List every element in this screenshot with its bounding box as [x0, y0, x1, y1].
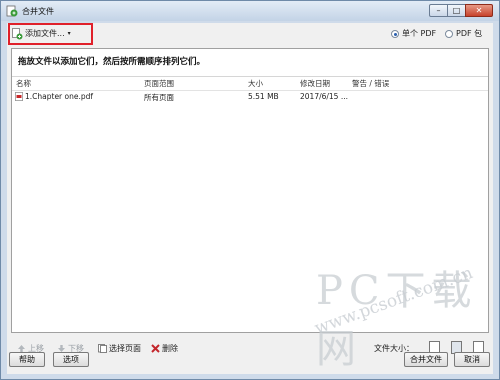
radio-unchecked-icon	[445, 29, 453, 38]
options-button[interactable]: 选项	[53, 352, 89, 367]
cancel-button[interactable]: 取消	[454, 352, 490, 367]
app-icon	[6, 5, 18, 17]
dialog-footer: 帮助 选项 合并文件 取消	[7, 352, 493, 374]
file-name: 1.Chapter one.pdf	[25, 92, 94, 101]
file-list-header: 名称 页面范围 大小 修改日期 警告 / 错误	[12, 76, 488, 91]
window-title: 合并文件	[22, 7, 54, 16]
close-button[interactable]: ✕	[465, 4, 493, 17]
single-pdf-label: 单个 PDF	[402, 29, 437, 38]
add-files-button[interactable]: 添加文件... ▾	[10, 25, 75, 42]
file-size: 5.51 MB	[248, 92, 279, 101]
combine-files-window: 合并文件 – □ ✕ 添加文件... ▾ 单个 PDF PDF 包 拖放文件以添…	[0, 0, 500, 380]
single-pdf-option[interactable]: 单个 PDF	[391, 28, 436, 39]
column-page-range[interactable]: 页面范围	[144, 78, 174, 89]
help-button[interactable]: 帮助	[9, 352, 45, 367]
pdf-portfolio-label: PDF 包	[456, 29, 483, 38]
pdf-portfolio-option[interactable]: PDF 包	[445, 28, 482, 39]
add-files-label: 添加文件...	[25, 29, 65, 38]
add-file-icon	[12, 27, 23, 39]
minimize-button[interactable]: –	[429, 4, 448, 17]
table-row[interactable]: 1.Chapter one.pdf 所有页面 5.51 MB 2017/6/15…	[12, 91, 488, 103]
chevron-down-icon: ▾	[67, 30, 71, 37]
pdf-file-icon	[15, 92, 23, 101]
column-modified[interactable]: 修改日期	[300, 78, 330, 89]
column-size[interactable]: 大小	[248, 78, 263, 89]
radio-checked-icon	[391, 29, 399, 38]
file-page-range: 所有页面	[144, 93, 174, 102]
drop-hint: 拖放文件以添加它们，然后按所需顺序排列它们。	[18, 57, 206, 67]
dialog-body: 添加文件... ▾ 单个 PDF PDF 包 拖放文件以添加它们，然后按所需顺序…	[7, 23, 493, 374]
maximize-button[interactable]: □	[447, 4, 466, 17]
title-bar[interactable]: 合并文件 – □ ✕	[1, 1, 499, 21]
file-modified: 2017/6/15 ...	[300, 92, 348, 101]
combine-files-button[interactable]: 合并文件	[404, 352, 448, 367]
file-list-area[interactable]: 拖放文件以添加它们，然后按所需顺序排列它们。 名称 页面范围 大小 修改日期 警…	[11, 48, 489, 333]
column-warnings[interactable]: 警告 / 错误	[352, 78, 389, 89]
column-name[interactable]: 名称	[16, 78, 31, 89]
